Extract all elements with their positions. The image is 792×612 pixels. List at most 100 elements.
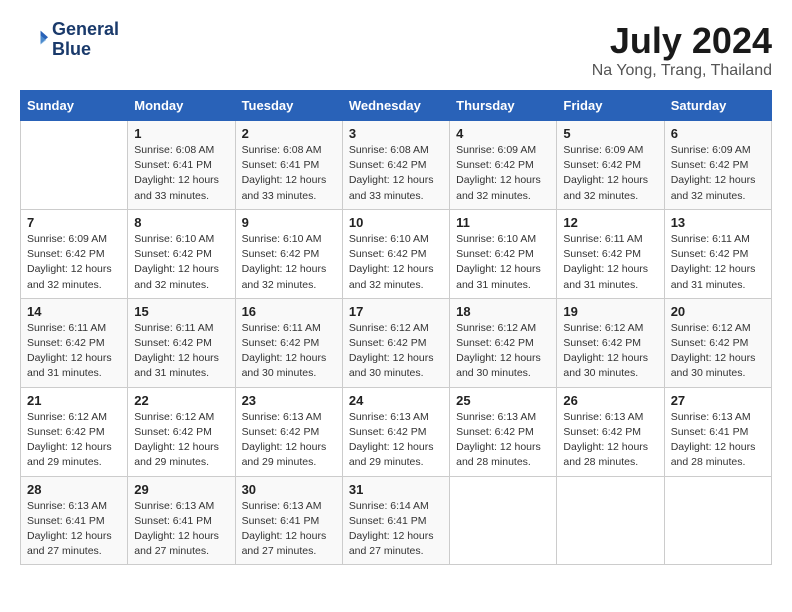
title-section: July 2024 Na Yong, Trang, Thailand <box>592 20 772 80</box>
calendar-cell: 11 Sunrise: 6:10 AMSunset: 6:42 PMDayligh… <box>450 209 557 298</box>
day-number: 18 <box>456 304 550 319</box>
col-header-sunday: Sunday <box>21 91 128 121</box>
day-number: 14 <box>27 304 121 319</box>
calendar-week-row: 21 Sunrise: 6:12 AMSunset: 6:42 PMDayligh… <box>21 387 772 476</box>
day-info: Sunrise: 6:13 AMSunset: 6:42 PMDaylight:… <box>349 410 443 471</box>
day-number: 11 <box>456 215 550 230</box>
calendar-cell: 29 Sunrise: 6:13 AMSunset: 6:41 PMDayligh… <box>128 476 235 565</box>
calendar-cell: 17 Sunrise: 6:12 AMSunset: 6:42 PMDayligh… <box>342 298 449 387</box>
day-number: 2 <box>242 126 336 141</box>
day-number: 8 <box>134 215 228 230</box>
day-info: Sunrise: 6:11 AMSunset: 6:42 PMDaylight:… <box>134 321 228 382</box>
calendar-week-row: 14 Sunrise: 6:11 AMSunset: 6:42 PMDayligh… <box>21 298 772 387</box>
calendar-cell: 4 Sunrise: 6:09 AMSunset: 6:42 PMDaylight… <box>450 121 557 210</box>
day-info: Sunrise: 6:12 AMSunset: 6:42 PMDaylight:… <box>456 321 550 382</box>
day-info: Sunrise: 6:12 AMSunset: 6:42 PMDaylight:… <box>349 321 443 382</box>
day-info: Sunrise: 6:13 AMSunset: 6:42 PMDaylight:… <box>563 410 657 471</box>
day-info: Sunrise: 6:10 AMSunset: 6:42 PMDaylight:… <box>134 232 228 293</box>
day-number: 13 <box>671 215 765 230</box>
calendar-cell: 5 Sunrise: 6:09 AMSunset: 6:42 PMDaylight… <box>557 121 664 210</box>
calendar-cell: 18 Sunrise: 6:12 AMSunset: 6:42 PMDayligh… <box>450 298 557 387</box>
day-info: Sunrise: 6:10 AMSunset: 6:42 PMDaylight:… <box>349 232 443 293</box>
day-number: 20 <box>671 304 765 319</box>
day-info: Sunrise: 6:12 AMSunset: 6:42 PMDaylight:… <box>134 410 228 471</box>
day-number: 1 <box>134 126 228 141</box>
page-header: General Blue July 2024 Na Yong, Trang, T… <box>20 20 772 80</box>
day-number: 6 <box>671 126 765 141</box>
calendar-cell: 13 Sunrise: 6:11 AMSunset: 6:42 PMDayligh… <box>664 209 771 298</box>
calendar-cell: 24Sunrise: 6:13 AMSunset: 6:42 PMDayligh… <box>342 387 449 476</box>
logo-icon <box>20 26 48 54</box>
calendar-cell: 19 Sunrise: 6:12 AMSunset: 6:42 PMDayligh… <box>557 298 664 387</box>
calendar-cell <box>664 476 771 565</box>
subtitle: Na Yong, Trang, Thailand <box>592 62 772 80</box>
calendar-cell: 14 Sunrise: 6:11 AMSunset: 6:42 PMDayligh… <box>21 298 128 387</box>
day-info: Sunrise: 6:12 AMSunset: 6:42 PMDaylight:… <box>563 321 657 382</box>
main-title: July 2024 <box>592 20 772 62</box>
day-info: Sunrise: 6:11 AMSunset: 6:42 PMDaylight:… <box>27 321 121 382</box>
calendar-cell: 26 Sunrise: 6:13 AMSunset: 6:42 PMDayligh… <box>557 387 664 476</box>
calendar-table: SundayMondayTuesdayWednesdayThursdayFrid… <box>20 90 772 565</box>
calendar-week-row: 7Sunrise: 6:09 AMSunset: 6:42 PMDaylight… <box>21 209 772 298</box>
day-number: 15 <box>134 304 228 319</box>
day-number: 17 <box>349 304 443 319</box>
calendar-cell: 15 Sunrise: 6:11 AMSunset: 6:42 PMDayligh… <box>128 298 235 387</box>
calendar-cell: 3 Sunrise: 6:08 AMSunset: 6:42 PMDaylight… <box>342 121 449 210</box>
day-info: Sunrise: 6:09 AMSunset: 6:42 PMDaylight:… <box>671 143 765 204</box>
day-info: Sunrise: 6:13 AMSunset: 6:42 PMDaylight:… <box>456 410 550 471</box>
day-info: Sunrise: 6:14 AMSunset: 6:41 PMDaylight:… <box>349 499 443 560</box>
day-number: 27 <box>671 393 765 408</box>
calendar-cell: 25 Sunrise: 6:13 AMSunset: 6:42 PMDayligh… <box>450 387 557 476</box>
calendar-week-row: 28 Sunrise: 6:13 AMSunset: 6:41 PMDayligh… <box>21 476 772 565</box>
col-header-wednesday: Wednesday <box>342 91 449 121</box>
day-number: 9 <box>242 215 336 230</box>
col-header-thursday: Thursday <box>450 91 557 121</box>
day-info: Sunrise: 6:13 AMSunset: 6:41 PMDaylight:… <box>671 410 765 471</box>
calendar-cell: 28Sunrise: 6:13 AMSunset: 6:41 PMDayligh… <box>21 476 128 565</box>
day-info: Sunrise: 6:13 AMSunset: 6:41 PMDaylight:… <box>242 499 336 560</box>
day-number: 3 <box>349 126 443 141</box>
col-header-tuesday: Tuesday <box>235 91 342 121</box>
day-number: 30 <box>242 482 336 497</box>
calendar-cell: 27 Sunrise: 6:13 AMSunset: 6:41 PMDayligh… <box>664 387 771 476</box>
calendar-cell: 12 Sunrise: 6:11 AMSunset: 6:42 PMDayligh… <box>557 209 664 298</box>
logo-line2: Blue <box>52 40 119 60</box>
logo-line1: General <box>52 20 119 40</box>
calendar-cell <box>557 476 664 565</box>
calendar-header-row: SundayMondayTuesdayWednesdayThursdayFrid… <box>21 91 772 121</box>
calendar-cell: 31 Sunrise: 6:14 AMSunset: 6:41 PMDayligh… <box>342 476 449 565</box>
day-info: Sunrise: 6:09 AMSunset: 6:42 PMDaylight:… <box>563 143 657 204</box>
day-number: 10 <box>349 215 443 230</box>
day-info: Sunrise: 6:13 AMSunset: 6:41 PMDaylight:… <box>134 499 228 560</box>
day-number: 23 <box>242 393 336 408</box>
calendar-cell: 22Sunrise: 6:12 AMSunset: 6:42 PMDayligh… <box>128 387 235 476</box>
day-number: 12 <box>563 215 657 230</box>
day-number: 19 <box>563 304 657 319</box>
calendar-cell: 30 Sunrise: 6:13 AMSunset: 6:41 PMDayligh… <box>235 476 342 565</box>
calendar-cell: 2 Sunrise: 6:08 AMSunset: 6:41 PMDaylight… <box>235 121 342 210</box>
calendar-cell: 10 Sunrise: 6:10 AMSunset: 6:42 PMDayligh… <box>342 209 449 298</box>
col-header-monday: Monday <box>128 91 235 121</box>
day-number: 29 <box>134 482 228 497</box>
day-info: Sunrise: 6:13 AMSunset: 6:42 PMDaylight:… <box>242 410 336 471</box>
day-number: 28 <box>27 482 121 497</box>
day-info: Sunrise: 6:12 AMSunset: 6:42 PMDaylight:… <box>671 321 765 382</box>
day-number: 25 <box>456 393 550 408</box>
calendar-cell <box>21 121 128 210</box>
day-number: 4 <box>456 126 550 141</box>
day-number: 31 <box>349 482 443 497</box>
calendar-cell: 23 Sunrise: 6:13 AMSunset: 6:42 PMDayligh… <box>235 387 342 476</box>
day-info: Sunrise: 6:08 AMSunset: 6:41 PMDaylight:… <box>242 143 336 204</box>
day-info: Sunrise: 6:09 AMSunset: 6:42 PMDaylight:… <box>456 143 550 204</box>
day-number: 5 <box>563 126 657 141</box>
day-number: 26 <box>563 393 657 408</box>
logo: General Blue <box>20 20 119 60</box>
day-info: Sunrise: 6:11 AMSunset: 6:42 PMDaylight:… <box>671 232 765 293</box>
calendar-cell: 9Sunrise: 6:10 AMSunset: 6:42 PMDaylight… <box>235 209 342 298</box>
day-number: 7 <box>27 215 121 230</box>
calendar-cell: 8 Sunrise: 6:10 AMSunset: 6:42 PMDaylight… <box>128 209 235 298</box>
day-info: Sunrise: 6:11 AMSunset: 6:42 PMDaylight:… <box>563 232 657 293</box>
day-number: 21 <box>27 393 121 408</box>
day-info: Sunrise: 6:10 AMSunset: 6:42 PMDaylight:… <box>456 232 550 293</box>
day-info: Sunrise: 6:08 AMSunset: 6:42 PMDaylight:… <box>349 143 443 204</box>
